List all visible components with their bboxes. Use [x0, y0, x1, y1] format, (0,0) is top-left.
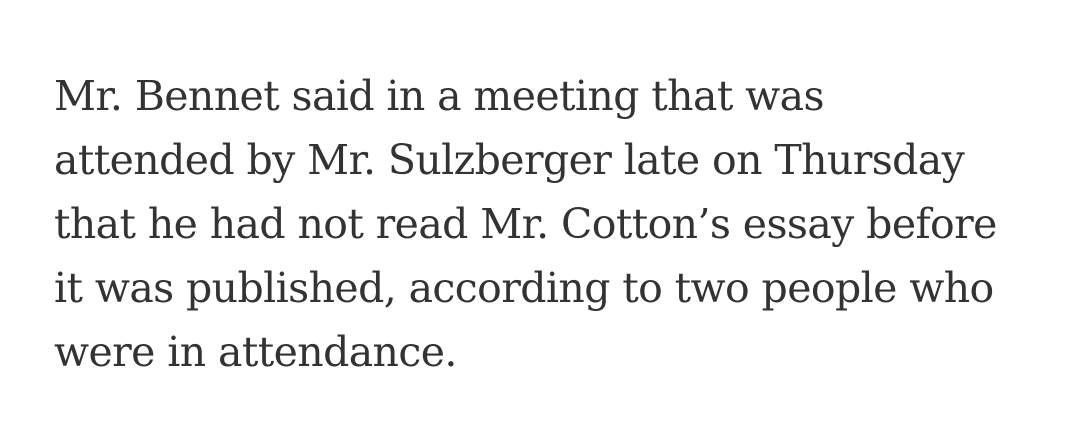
article-paragraph: Mr. Bennet said in a meeting that was at…	[54, 64, 1054, 384]
paragraph-line: it was published, according to two peopl…	[54, 264, 994, 312]
paragraph-line: that he had not read Mr. Cotton’s essay …	[54, 200, 997, 248]
paragraph-line: Mr. Bennet said in a meeting that was	[54, 72, 825, 120]
paragraph-line: were in attendance.	[54, 328, 457, 376]
article-page: Mr. Bennet said in a meeting that was at…	[0, 0, 1080, 432]
paragraph-line: attended by Mr. Sulzberger late on Thurs…	[54, 136, 965, 184]
